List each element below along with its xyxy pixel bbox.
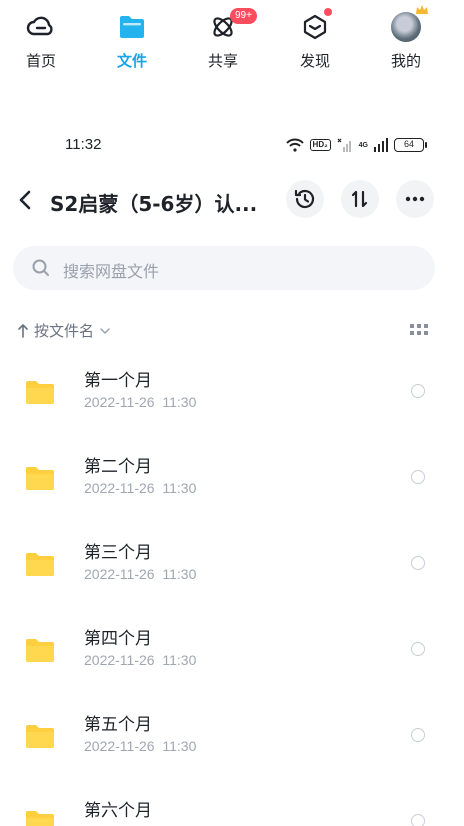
list-item[interactable]: 第二个月 2022-11-26 11:30 <box>0 448 464 534</box>
select-radio[interactable] <box>411 470 425 484</box>
file-date: 2022-11-26 11:30 <box>84 652 197 668</box>
folder-icon <box>26 811 54 826</box>
more-dots-icon <box>405 196 425 202</box>
file-name: 第一个月 <box>84 371 152 391</box>
status-icons: HD₂ 4G 64 <box>285 136 427 154</box>
file-date: 2022-11-26 11:30 <box>84 738 197 754</box>
tab-share[interactable]: 99+ 共享 <box>188 8 258 72</box>
crown-icon <box>416 5 428 14</box>
more-button[interactable] <box>396 180 434 218</box>
file-name: 第三个月 <box>84 543 152 563</box>
folder-header: S2启蒙（5-6岁）认... <box>0 178 464 222</box>
grid-view-icon[interactable] <box>410 324 428 336</box>
tab-home[interactable]: 首页 <box>6 8 76 72</box>
network-type-label: 4G <box>358 141 368 149</box>
file-date: 2022-11-26 11:30 <box>84 566 197 582</box>
tab-discover[interactable]: 发现 <box>280 8 350 72</box>
history-button[interactable] <box>286 180 324 218</box>
folder-icon <box>26 725 54 748</box>
sort-label: 按文件名 <box>34 322 95 340</box>
sort-up-arrow-icon <box>18 323 28 338</box>
tab-share-label: 共享 <box>207 52 238 70</box>
file-name: 第四个月 <box>84 629 152 649</box>
sort-order-button[interactable] <box>341 180 379 218</box>
hd-voice-icon: HD₂ <box>309 139 331 151</box>
folder-icon <box>26 467 54 490</box>
top-tab-bar: 首页 文件 99+ 共享 发现 我的 <box>0 0 464 80</box>
select-radio[interactable] <box>411 556 425 570</box>
list-item[interactable]: 第六个月 <box>0 792 464 826</box>
discover-notification-dot <box>324 8 332 16</box>
wifi-icon <box>285 138 304 152</box>
list-item[interactable]: 第一个月 2022-11-26 11:30 <box>0 362 464 448</box>
folder-icon <box>26 553 54 576</box>
folder-icon <box>26 639 54 662</box>
search-bar[interactable]: 搜索网盘文件 <box>13 246 435 290</box>
avatar <box>391 5 428 42</box>
tab-me[interactable]: 我的 <box>371 5 441 72</box>
file-date: 2022-11-26 11:30 <box>84 480 197 496</box>
tab-discover-label: 发现 <box>299 52 330 70</box>
share-count-badge: 99+ <box>230 8 257 24</box>
search-icon <box>32 259 49 276</box>
folder-icon <box>26 381 54 404</box>
select-radio[interactable] <box>411 814 425 826</box>
chevron-down-icon <box>100 327 110 334</box>
search-placeholder: 搜索网盘文件 <box>63 262 160 281</box>
back-arrow-icon[interactable] <box>14 186 38 214</box>
cloud-home-icon <box>26 16 53 36</box>
sort-row: 按文件名 <box>0 318 464 344</box>
signal-strong-icon <box>374 138 388 152</box>
battery-icon: 64 <box>394 138 427 152</box>
sort-arrows-icon <box>351 190 368 208</box>
discover-cube-icon <box>303 14 327 40</box>
tab-home-label: 首页 <box>25 52 56 70</box>
tab-me-label: 我的 <box>390 52 421 70</box>
list-item[interactable]: 第四个月 2022-11-26 11:30 <box>0 620 464 706</box>
list-item[interactable]: 第三个月 2022-11-26 11:30 <box>0 534 464 620</box>
signal-weak-icon <box>337 138 351 152</box>
file-name: 第二个月 <box>84 457 152 477</box>
select-radio[interactable] <box>411 642 425 656</box>
file-date: 2022-11-26 11:30 <box>84 394 197 410</box>
folder-icon <box>120 16 144 38</box>
page-title: S2启蒙（5-6岁）认... <box>50 192 258 216</box>
file-name: 第六个月 <box>84 801 152 821</box>
tab-files[interactable]: 文件 <box>97 8 167 72</box>
status-bar: 11:32 HD₂ 4G 64 <box>0 132 464 158</box>
file-name: 第五个月 <box>84 715 152 735</box>
file-list-screen: 首页 文件 99+ 共享 发现 我的 11:32 HD₂ 4G 64 S2启蒙（… <box>0 0 464 826</box>
status-time: 11:32 <box>65 136 102 153</box>
history-icon <box>294 189 315 209</box>
list-item[interactable]: 第五个月 2022-11-26 11:30 <box>0 706 464 792</box>
select-radio[interactable] <box>411 728 425 742</box>
tab-files-label: 文件 <box>116 52 147 70</box>
select-radio[interactable] <box>411 384 425 398</box>
sort-by-name-button[interactable]: 按文件名 <box>18 320 110 341</box>
